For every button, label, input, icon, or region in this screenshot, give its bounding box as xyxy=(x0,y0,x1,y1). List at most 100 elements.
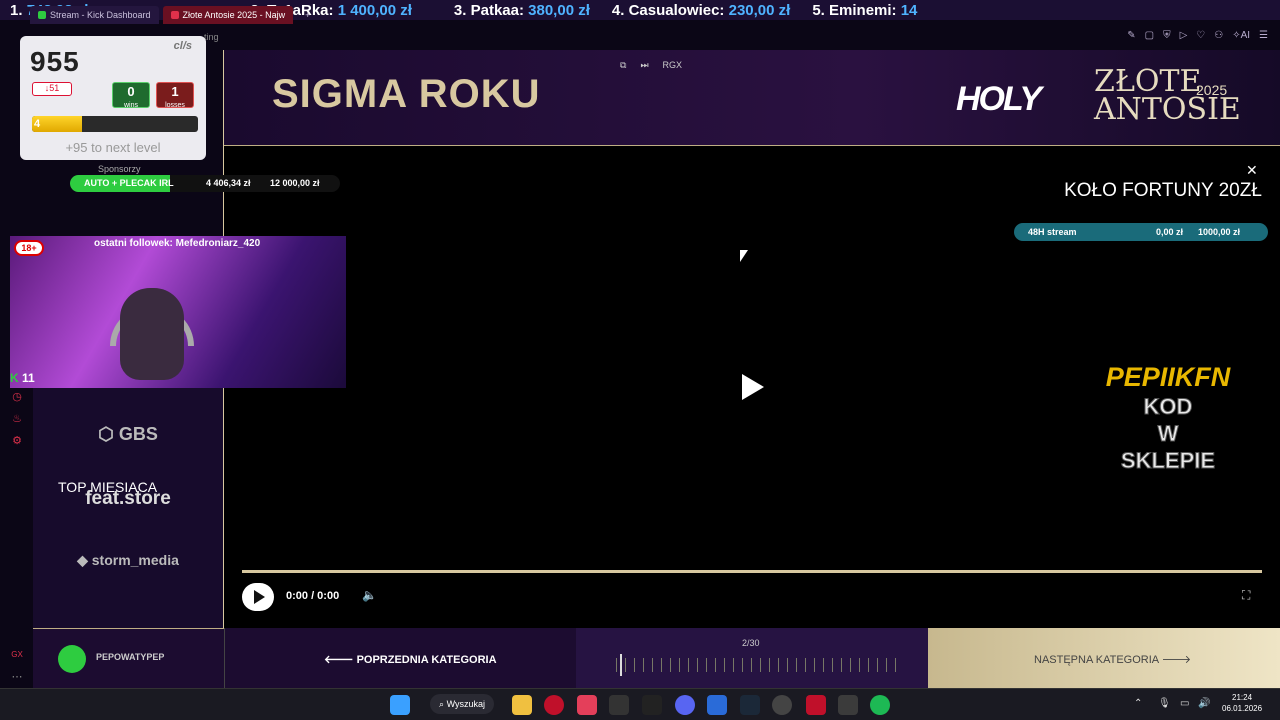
tab-label: Stream - Kick Dashboard xyxy=(50,10,151,20)
new-tab-button[interactable]: + xyxy=(297,6,318,24)
goal-target: 1000,00 zł xyxy=(1198,227,1241,237)
start-icon[interactable] xyxy=(390,695,410,715)
clock-time: 21:24 xyxy=(1232,693,1253,702)
tab-label: Złote Antosie 2025 - Najw xyxy=(182,10,286,20)
wins-badge: 0 wins xyxy=(112,82,150,109)
taskbar-clock[interactable]: 21:24 06.01.2026 xyxy=(1222,692,1262,714)
category-counter: 2/30 xyxy=(742,638,760,648)
promo-line: SKLEPIE xyxy=(1120,448,1216,474)
losses-value: 1 xyxy=(171,84,179,99)
voicemod-icon[interactable] xyxy=(806,695,826,715)
app-icon[interactable] xyxy=(577,695,597,715)
steam-icon[interactable] xyxy=(740,695,760,715)
skip-icon[interactable]: ⏭ xyxy=(640,60,648,71)
app-icon[interactable] xyxy=(609,695,629,715)
ticker-item: 3. Patkaa: 380,00 zł xyxy=(453,1,590,19)
heart-icon[interactable]: ♡ xyxy=(1196,30,1205,41)
profile-icon[interactable]: ⚇ xyxy=(1214,30,1223,41)
elo-change-value: 51 xyxy=(49,83,60,93)
volume-icon[interactable]: 🔈 xyxy=(362,588,377,602)
file-explorer-icon[interactable] xyxy=(512,695,532,715)
speaker-icon[interactable]: 🔊 xyxy=(1198,698,1210,709)
fortune-goal-bar: 48H stream 0,00 zł 1000,00 zł xyxy=(1014,223,1268,241)
pin-icon[interactable]: ✎ xyxy=(1127,30,1135,41)
fortune-title: KOŁO FORTUNY 20ZŁ xyxy=(1064,180,1262,201)
ticker-item: 5. Eminemi: 14 xyxy=(812,1,918,19)
opera-gx-icon[interactable] xyxy=(544,695,564,715)
prev-category-label[interactable]: 🡐 POPRZEDNIA KATEGORIA xyxy=(324,652,497,666)
mouse-cursor xyxy=(740,250,748,262)
ai-icon[interactable]: ✧AI xyxy=(1232,30,1250,41)
screenshot-icon[interactable]: ▢ xyxy=(1145,30,1154,41)
search-label: Wyszukaj xyxy=(446,699,485,709)
next-text: NASTĘPNA KATEGORIA xyxy=(1034,654,1159,666)
search-icon: ⌕ xyxy=(439,699,445,709)
clock-date: 06.01.2026 xyxy=(1222,704,1263,713)
app-icon[interactable] xyxy=(772,695,792,715)
taskbar-search[interactable]: ⌕ Wyszukaj xyxy=(430,694,494,714)
alert-icon[interactable]: ♨ xyxy=(10,412,24,426)
chevron-up-icon[interactable]: ⌃ xyxy=(1134,698,1142,709)
popout-icon[interactable]: ⧉ xyxy=(620,60,626,71)
mic-icon[interactable]: 🎙 xyxy=(1158,698,1171,709)
logo-line-2: ANTOSIE xyxy=(1094,92,1241,127)
browser-tabs: Stream - Kick Dashboard Złote Antosie 20… xyxy=(30,6,318,24)
promo-line: W xyxy=(1157,421,1179,447)
elo-change: ↓51 xyxy=(32,82,72,96)
viewer-count-value: 11 xyxy=(22,371,35,385)
rgx-label[interactable]: RGX xyxy=(663,60,683,71)
category-ticks[interactable] xyxy=(616,658,896,672)
discord-icon[interactable] xyxy=(675,695,695,715)
viewer-count: K 11 xyxy=(10,371,35,385)
ticker-item: 4. Casualowiec: 230,00 zł xyxy=(611,1,791,19)
promo-code-panel: PEPIIKFN KOD W SKLEPIE xyxy=(1086,362,1250,474)
shield-icon[interactable]: ⛨ xyxy=(1163,30,1171,41)
calculator-icon[interactable] xyxy=(838,695,858,715)
username: PEPOWATYPEP xyxy=(96,652,165,662)
storm-label: storm_media xyxy=(91,552,179,568)
losses-badge: 1 losses xyxy=(156,82,194,109)
more-icon[interactable]: ⋯ xyxy=(10,670,24,684)
goal-current: 0,00 zł xyxy=(1156,227,1184,237)
play-icon[interactable]: ▷ xyxy=(1180,30,1188,41)
holy-logo: HOLY xyxy=(956,80,1042,118)
play-icon xyxy=(254,590,265,604)
promo-nick: PEPIIKFN xyxy=(1105,362,1231,392)
sponsor-goal-current: 4 406,34 zł xyxy=(206,178,251,188)
menu-icon[interactable]: ☰ xyxy=(1259,30,1268,41)
level-progress-bar xyxy=(32,116,198,132)
epic-games-icon[interactable] xyxy=(642,695,662,715)
arrow-left-icon: 🡐 xyxy=(324,654,354,666)
tab-zlote-antosie[interactable]: Złote Antosie 2025 - Najw xyxy=(162,6,294,24)
next-category-label[interactable]: NASTĘPNA KATEGORIA 🡒 xyxy=(1034,652,1191,666)
windows-taskbar xyxy=(0,688,1280,720)
fullscreen-icon[interactable]: ⛶ xyxy=(1242,588,1250,603)
webcam-feed: 18+ ostatni followek: Mefedroniarz_420 xyxy=(10,236,346,388)
promo-line: KOD xyxy=(1143,394,1193,420)
prev-text: POPRZEDNIA KATEGORIA xyxy=(356,654,497,666)
category-marker[interactable] xyxy=(620,654,622,676)
close-icon[interactable]: ✕ xyxy=(1246,162,1258,179)
arrow-right-icon: 🡒 xyxy=(1161,654,1192,666)
tab-kick-dashboard[interactable]: Stream - Kick Dashboard xyxy=(30,6,159,24)
network-icon[interactable]: ▭ xyxy=(1180,698,1189,709)
big-play-button[interactable] xyxy=(742,374,764,400)
level-number: 4 xyxy=(34,118,41,130)
kick-icon xyxy=(38,11,46,19)
gx-icon[interactable]: GX xyxy=(10,650,24,664)
user-avatar-icon[interactable] xyxy=(58,645,86,673)
sponsor-goal-target: 12 000,00 zł xyxy=(270,178,320,188)
goal-label: 48H stream xyxy=(1028,227,1077,237)
app-icon[interactable] xyxy=(707,695,727,715)
storm-icon: ◆ xyxy=(77,552,88,568)
brand-logo: cl/s xyxy=(173,40,192,52)
faceit-stats-card: 955 cl/s ↓51 0 wins 1 losses 4 +95 to next… xyxy=(20,36,206,160)
settings-icon[interactable]: ⚙ xyxy=(10,434,24,448)
video-toolbar: ⧉ ⏭ RGX xyxy=(620,60,682,71)
next-level-label: +95 to next level xyxy=(65,140,161,155)
category-title: SIGMA ROKU xyxy=(272,72,541,116)
play-button[interactable] xyxy=(242,583,274,611)
video-progress-bar[interactable] xyxy=(242,570,1262,573)
clock-icon[interactable]: ◷ xyxy=(10,390,24,404)
spotify-icon[interactable] xyxy=(870,695,890,715)
